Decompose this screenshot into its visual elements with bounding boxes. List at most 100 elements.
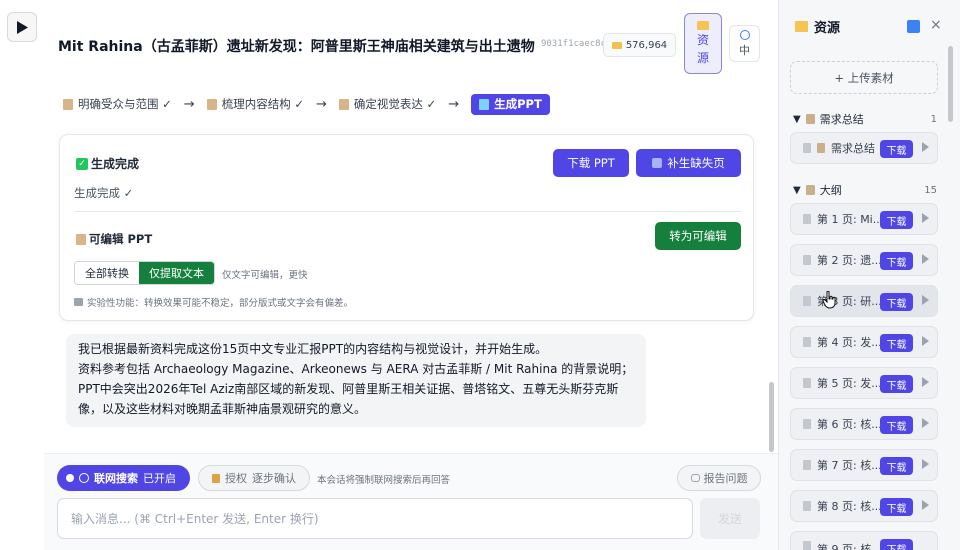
play-icon[interactable] — [922, 213, 929, 223]
document-icon — [803, 460, 811, 470]
send-button[interactable]: 发送 — [700, 498, 760, 539]
web-search-toggle[interactable]: 联网搜索 已开启 — [57, 465, 190, 491]
step-structure[interactable]: 梳理内容结构 ✓ — [206, 96, 304, 112]
resource-item[interactable]: 第 5 页: 发... 下载 — [790, 367, 938, 399]
item-label: 第 2 页: 遗... — [817, 254, 882, 267]
resource-item[interactable]: 第 2 页: 遗... 下载 — [790, 244, 938, 276]
mouse-cursor-icon — [823, 291, 836, 309]
item-download-button[interactable]: 下载 — [880, 375, 913, 393]
upload-material-button[interactable]: + 上传素材 — [790, 61, 938, 94]
card-title: ✓ 生成完成 — [76, 155, 139, 172]
play-icon[interactable] — [922, 500, 929, 510]
assistant-message: 我已根据最新资料完成这份15页中文专业汇报PPT的内容结构与视觉设计，并开始生成… — [66, 334, 646, 427]
fill-missing-button[interactable]: 补生缺失页 — [636, 149, 741, 177]
editable-title: 可编辑 PPT — [76, 231, 152, 247]
play-icon[interactable] — [922, 336, 929, 346]
caret-down-icon: ▼ — [793, 184, 801, 196]
report-label: 报告问题 — [703, 472, 748, 485]
item-download-button[interactable]: 下载 — [880, 293, 913, 311]
resource-item[interactable]: 第 1 页: Mi... 下载 — [790, 203, 938, 235]
document-icon — [803, 255, 811, 265]
memo-icon — [76, 233, 86, 245]
step-visual[interactable]: 确定视觉表达 ✓ — [338, 96, 437, 112]
document-icon — [803, 143, 811, 153]
authorization-toggle[interactable]: 授权 逐步确认 — [198, 465, 310, 491]
item-download-button[interactable]: 下载 — [880, 539, 913, 550]
document-icon — [803, 419, 811, 429]
resources-label-1: 资 — [696, 33, 709, 47]
group-requirements[interactable]: ▼ 需求总结 1 — [793, 111, 937, 127]
play-icon[interactable] — [922, 142, 929, 152]
play-icon[interactable] — [922, 418, 929, 428]
step-label: 梳理内容结构 ✓ — [221, 97, 304, 111]
resources-toggle-button[interactable]: 资 源 — [684, 13, 722, 74]
auth-state: 逐步确认 — [252, 472, 296, 485]
item-download-button[interactable]: 下载 — [880, 252, 913, 270]
sidebar-title-text: 资源 — [814, 21, 841, 36]
step-label: 确定视觉表达 ✓ — [353, 97, 437, 111]
resource-item[interactable]: 第 8 页: 核... 下载 — [790, 490, 938, 522]
group-count: 1 — [930, 113, 937, 125]
sidebar-scrollbar[interactable] — [948, 46, 953, 122]
message-input[interactable]: 输入消息... (⌘ Ctrl+Enter 发送, Enter 换行) — [57, 498, 693, 539]
globe-icon — [79, 473, 89, 483]
toggle-dot-icon — [66, 474, 74, 482]
refresh-icon[interactable] — [907, 20, 920, 33]
resource-item[interactable]: 第 3 页: 研... 下载 — [790, 285, 938, 317]
item-download-button[interactable]: 下载 — [880, 334, 913, 352]
resource-item[interactable]: 第 6 页: 核... 下载 — [790, 408, 938, 440]
progress-steps: 明确受众与范围 ✓ → 梳理内容结构 ✓ → 确定视觉表达 ✓ → 生成PPT — [63, 93, 550, 115]
play-icon[interactable] — [922, 377, 929, 387]
page-title: Mit Rahina（古孟菲斯）遗址新发现：阿普里斯王神庙相关建筑与出土遗物 — [58, 39, 535, 55]
item-download-button[interactable]: 下载 — [880, 211, 913, 229]
generation-status: 生成完成 ✓ — [74, 186, 134, 200]
resource-item[interactable]: 需求总结 下载 — [790, 132, 938, 164]
download-ppt-button[interactable]: 下载 PPT — [553, 149, 629, 177]
step-audience[interactable]: 明确受众与范围 ✓ — [63, 96, 172, 112]
group-count: 15 — [924, 184, 937, 196]
folder-icon — [697, 21, 709, 30]
mode-text-option[interactable]: 仅提取文本 — [139, 262, 214, 284]
document-icon — [803, 501, 811, 511]
top-bar: Mit Rahina（古孟菲斯）遗址新发现：阿普里斯王神庙相关建筑与出土遗物 9… — [0, 0, 778, 88]
document-icon — [803, 337, 811, 347]
message-line: 像，以及这些材料对晚期孟菲斯神庙景观研究的意义。 — [78, 402, 367, 416]
group-name: 大纲 — [819, 184, 842, 197]
mode-all-option[interactable]: 全部转换 — [75, 262, 139, 284]
item-label: 第 6 页: 核... — [817, 418, 882, 431]
refresh-icon — [652, 158, 663, 168]
chat-scrollbar[interactable] — [769, 382, 774, 452]
document-icon — [803, 541, 811, 550]
item-download-button[interactable]: 下载 — [880, 498, 913, 516]
item-label: 第 5 页: 发... — [817, 377, 882, 390]
group-name: 需求总结 — [819, 113, 864, 126]
web-search-state: 已开启 — [143, 472, 176, 485]
step-generate[interactable]: 生成PPT — [471, 93, 550, 115]
resources-sidebar: 资源 × + 上传素材 ▼ 需求总结 1 需求总结 下载 ▼ 大纲 15 第 1 … — [778, 0, 960, 550]
resource-item[interactable]: 第 9 页: 核... 下载 — [790, 531, 938, 550]
group-outline[interactable]: ▼ 大纲 15 — [793, 182, 937, 198]
resource-item[interactable]: 第 4 页: 发... 下载 — [790, 326, 938, 358]
convert-editable-button[interactable]: 转为可编辑 — [655, 222, 741, 250]
document-icon — [803, 214, 811, 224]
divider — [74, 211, 741, 212]
clipboard-icon — [817, 143, 825, 153]
language-label: 中 — [739, 43, 750, 57]
session-hint: 本会话将强制联网搜索后再回答 — [317, 475, 451, 486]
play-icon[interactable] — [922, 254, 929, 264]
lock-icon — [212, 473, 220, 483]
item-download-button[interactable]: 下载 — [880, 457, 913, 475]
item-download-button[interactable]: 下载 — [880, 140, 913, 158]
play-icon[interactable] — [922, 459, 929, 469]
report-issue-button[interactable]: 报告问题 — [677, 465, 761, 491]
item-label: 第 9 页: 核... — [817, 543, 882, 550]
play-button[interactable] — [7, 12, 37, 42]
item-download-button[interactable]: 下载 — [880, 416, 913, 434]
resource-item[interactable]: 第 7 页: 核... 下载 — [790, 449, 938, 481]
experimental-text: 实验性功能：转换效果可能不稳定，部分版式或文字会有偏差。 — [87, 298, 354, 309]
folder-icon — [795, 21, 808, 32]
close-icon[interactable]: × — [930, 17, 942, 33]
language-button[interactable]: 中 — [729, 25, 760, 62]
step-arrow: → — [183, 96, 195, 112]
play-icon[interactable] — [922, 295, 929, 305]
